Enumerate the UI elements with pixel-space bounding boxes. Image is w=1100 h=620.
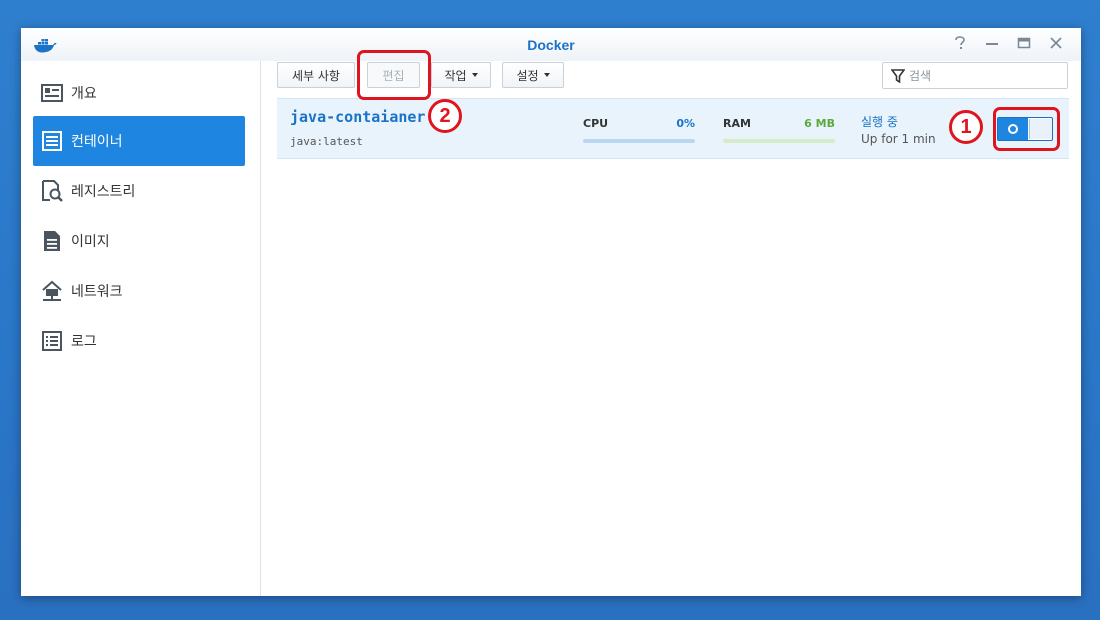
- sidebar-item-label: 이미지: [71, 234, 110, 250]
- ram-value: 6 MB: [804, 117, 835, 130]
- registry-icon: [41, 180, 63, 202]
- sidebar: 개요 컨테이너 레지스트리 이미지 네트워크 로그: [21, 61, 261, 596]
- cpu-usage-bar: [583, 139, 695, 143]
- search-box[interactable]: [882, 62, 1068, 89]
- maximize-icon[interactable]: [1015, 36, 1033, 54]
- chevron-down-icon: [471, 73, 478, 77]
- window-title: Docker: [527, 37, 575, 53]
- details-button-label: 세부 사항: [292, 68, 340, 83]
- container-name[interactable]: java-contaianer: [290, 108, 425, 126]
- sidebar-item-log[interactable]: 로그: [33, 316, 245, 366]
- image-icon: [41, 230, 63, 252]
- uptime-text: Up for 1 min: [861, 132, 936, 146]
- search-input[interactable]: [909, 63, 1059, 88]
- sidebar-item-label: 레지스트리: [71, 184, 136, 200]
- status-text: 실행 중: [861, 115, 898, 129]
- sidebar-item-label: 컨테이너: [71, 134, 123, 150]
- sidebar-item-container[interactable]: 컨테이너: [33, 116, 245, 166]
- action-dropdown[interactable]: 작업: [431, 62, 491, 88]
- annotation-marker-1: 1: [949, 110, 983, 144]
- help-icon[interactable]: [951, 36, 969, 54]
- annotation-box-edit: [357, 50, 431, 100]
- container-image: java:latest: [290, 135, 363, 148]
- sidebar-item-registry[interactable]: 레지스트리: [33, 166, 245, 216]
- details-button[interactable]: 세부 사항: [277, 62, 355, 88]
- sidebar-item-label: 로그: [71, 334, 97, 350]
- cpu-value: 0%: [676, 117, 695, 130]
- sidebar-item-image[interactable]: 이미지: [33, 216, 245, 266]
- overview-icon: [41, 82, 63, 104]
- container-icon: [41, 130, 63, 152]
- chevron-down-icon: [543, 73, 550, 77]
- annotation-marker-2: 2: [428, 99, 462, 133]
- annotation-box-toggle: [993, 107, 1060, 151]
- docker-window: Docker 개요 컨테이너 레지스트리 이미지 네트워크 로그 세부 사항 편…: [21, 28, 1081, 596]
- settings-dropdown-label: 설정: [516, 68, 539, 83]
- cpu-label: CPU: [583, 117, 609, 130]
- log-icon: [41, 330, 63, 352]
- sidebar-item-label: 개요: [71, 86, 97, 102]
- settings-dropdown[interactable]: 설정: [502, 62, 564, 88]
- ram-label: RAM: [723, 117, 751, 130]
- sidebar-item-label: 네트워크: [71, 284, 123, 300]
- close-icon[interactable]: [1047, 36, 1065, 54]
- network-icon: [41, 280, 63, 302]
- ram-usage-bar: [723, 139, 835, 143]
- action-dropdown-label: 작업: [444, 68, 467, 83]
- filter-icon: [891, 69, 905, 83]
- sidebar-item-overview[interactable]: 개요: [33, 68, 245, 118]
- sidebar-item-network[interactable]: 네트워크: [33, 266, 245, 316]
- minimize-icon[interactable]: [983, 36, 1001, 54]
- title-bar: Docker: [21, 28, 1081, 61]
